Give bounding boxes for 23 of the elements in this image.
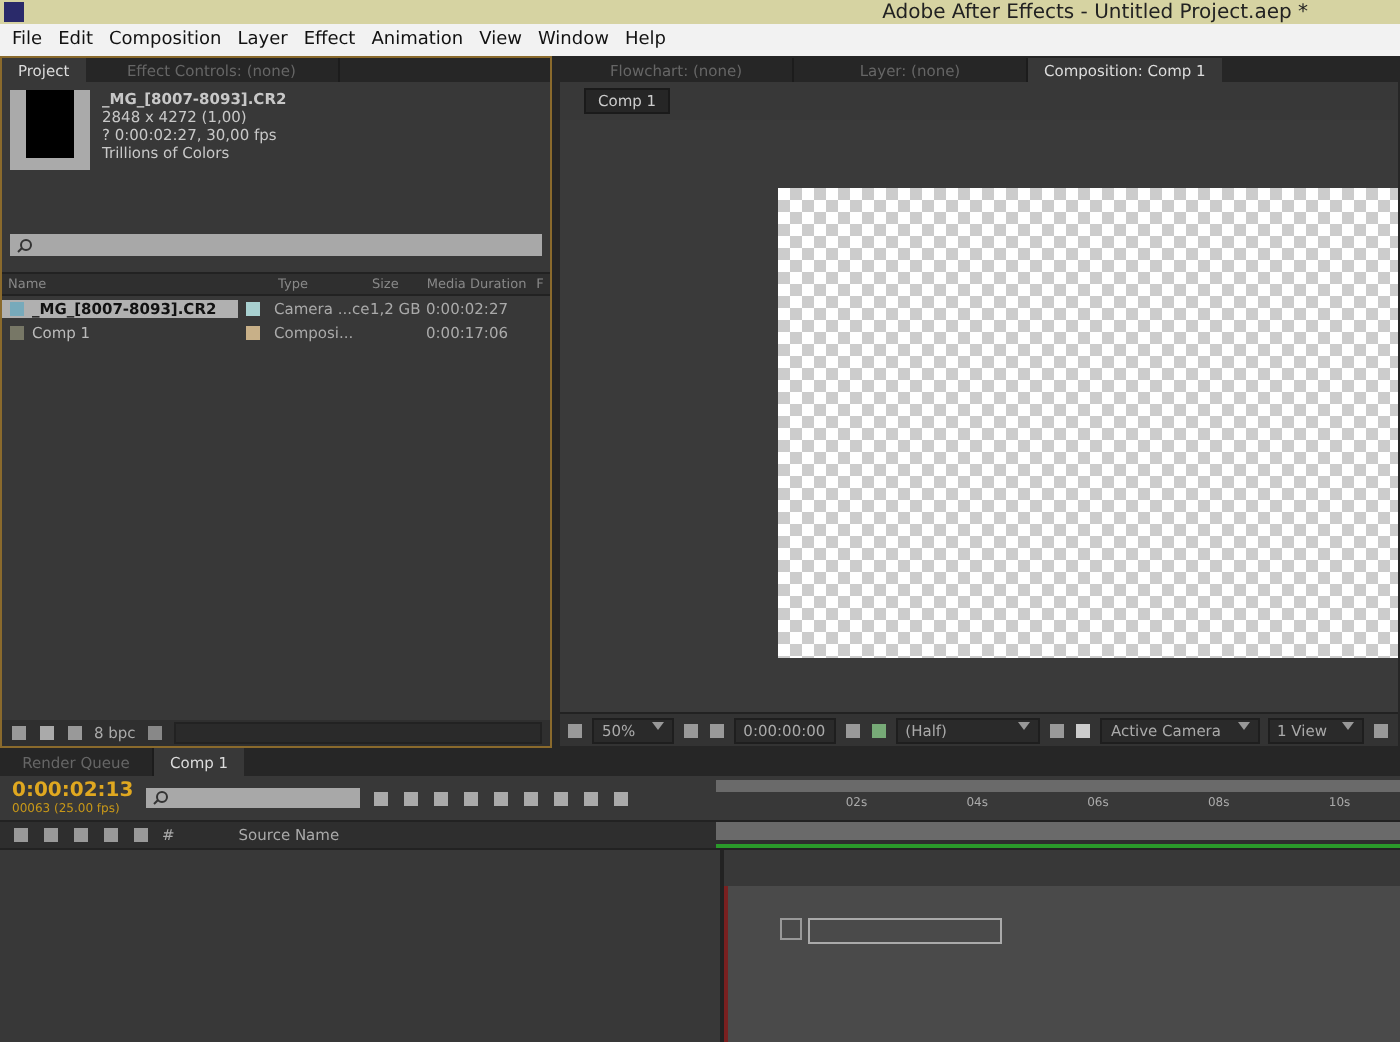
- footage-thumbnail: [10, 90, 90, 170]
- caret-icon: [1018, 721, 1031, 729]
- square-drawing: [780, 918, 802, 940]
- search-icon: [16, 237, 34, 253]
- menu-item[interactable]: Window: [529, 30, 617, 50]
- menu-item[interactable]: Help: [616, 30, 674, 50]
- menu-item[interactable]: Composition: [101, 30, 230, 50]
- scrollbar[interactable]: [173, 722, 542, 744]
- current-time[interactable]: 0:00:02:13: [12, 780, 134, 802]
- caret-icon: [1237, 721, 1249, 729]
- search-field[interactable]: [145, 788, 360, 808]
- menu-item[interactable]: View: [471, 30, 530, 50]
- caret-icon: [1342, 721, 1355, 729]
- window-title: Adobe After Effects - Untitled Project.aep *: [882, 1, 1308, 23]
- search-field[interactable]: [10, 234, 542, 256]
- caret-icon: [651, 721, 664, 729]
- app-logo-icon: [4, 2, 24, 22]
- menu-item[interactable]: Edit: [50, 30, 101, 50]
- menu-item[interactable]: File: [4, 30, 51, 50]
- menu-item[interactable]: Effect: [295, 30, 364, 50]
- menu-item[interactable]: Animation: [363, 30, 472, 50]
- menu-item[interactable]: Layer: [229, 30, 296, 50]
- search-icon: [151, 790, 170, 806]
